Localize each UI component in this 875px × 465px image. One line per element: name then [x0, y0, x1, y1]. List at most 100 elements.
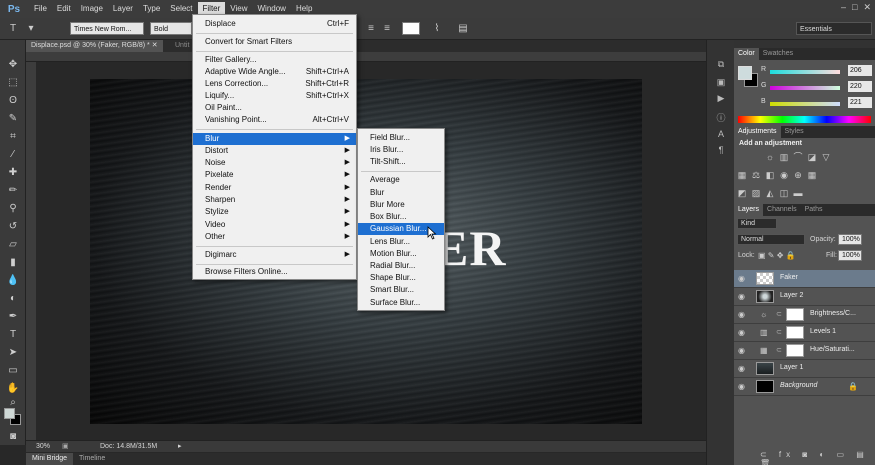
visibility-eye-icon[interactable]: ◉	[738, 328, 745, 337]
link-icon[interactable]: ⊂	[776, 310, 782, 318]
menu-item-average[interactable]: Average	[358, 174, 444, 186]
menu-item-displace[interactable]: Displace Ctrl+F	[193, 18, 356, 30]
close-button[interactable]: ✕	[863, 2, 871, 13]
tool-preset-dropdown-icon[interactable]: ▾	[24, 22, 38, 35]
menu-file[interactable]: File	[29, 2, 52, 16]
zoom-level[interactable]: 30%	[36, 441, 50, 453]
pen-tool-icon[interactable]: ✒	[5, 310, 21, 324]
green-value[interactable]: 220	[848, 81, 872, 92]
layer-row-layer1[interactable]: ◉ Layer 1	[734, 360, 875, 378]
menu-layer[interactable]: Layer	[108, 2, 138, 16]
eyedropper-tool-icon[interactable]: ⁄	[5, 148, 21, 162]
menu-item-pixelate[interactable]: Pixelate ▶	[193, 169, 356, 181]
character-panel-icon[interactable]: ▤	[456, 22, 470, 35]
channel-mixer-icon[interactable]: ⊕	[792, 170, 804, 180]
align-center-icon[interactable]: ≡	[364, 22, 378, 35]
color-ramp[interactable]	[738, 116, 871, 123]
menu-item-motion-blur[interactable]: Motion Blur...	[358, 248, 444, 260]
menu-item-distort[interactable]: Distort ▶	[193, 145, 356, 157]
font-style-select[interactable]: Bold	[150, 22, 192, 35]
menu-item-blur[interactable]: Blur ▶	[193, 133, 356, 145]
actions-icon[interactable]: ▶	[715, 92, 727, 104]
selective-color-icon[interactable]: ◫	[778, 188, 790, 198]
tab-timeline[interactable]: Timeline	[73, 453, 111, 465]
align-right-icon[interactable]: ≡	[380, 22, 394, 35]
menu-item-box-blur[interactable]: Box Blur...	[358, 211, 444, 223]
text-color-swatch[interactable]	[402, 22, 420, 35]
red-value[interactable]: 206	[848, 65, 872, 76]
visibility-eye-icon[interactable]: ◉	[738, 382, 745, 391]
menu-item-filter-gallery[interactable]: Filter Gallery...	[193, 54, 356, 66]
vibrance-icon[interactable]: ▽	[820, 152, 832, 162]
menu-item-digimarc[interactable]: Digimarc ▶	[193, 249, 356, 261]
menu-item-noise[interactable]: Noise ▶	[193, 157, 356, 169]
type-tool-icon[interactable]: T	[5, 328, 21, 342]
menu-item-convert-smart-filters[interactable]: Convert for Smart Filters	[193, 36, 356, 48]
visibility-eye-icon[interactable]: ◉	[738, 274, 745, 283]
tab-color[interactable]: Color	[734, 48, 759, 60]
layers-footer-icons[interactable]: ⊂ fx ◙ ◐ ▭ ▤ 🗑	[760, 450, 875, 465]
menu-item-smart-blur[interactable]: Smart Blur...	[358, 284, 444, 296]
properties-icon[interactable]: ▣	[715, 76, 727, 88]
menu-item-browse-filters-online[interactable]: Browse Filters Online...	[193, 266, 356, 278]
maximize-button[interactable]: □	[852, 2, 857, 13]
move-tool-icon[interactable]: ✥	[5, 58, 21, 72]
color-balance-icon[interactable]: ⚖	[750, 170, 762, 180]
tab-styles[interactable]: Styles	[781, 126, 808, 138]
layer-row-background[interactable]: ◉ Background 🔒	[734, 378, 875, 396]
visibility-eye-icon[interactable]: ◉	[738, 292, 745, 301]
history-icon[interactable]: ⧉	[715, 58, 727, 70]
status-menu-arrow-icon[interactable]: ▸	[178, 441, 182, 453]
layer-row-levels[interactable]: ◉ ▥ ⊂ Levels 1	[734, 324, 875, 342]
tab-channels[interactable]: Channels	[763, 204, 801, 216]
menu-item-shape-blur[interactable]: Shape Blur...	[358, 272, 444, 284]
character-icon[interactable]: A	[715, 128, 727, 140]
menu-item-liquify[interactable]: Liquify... Shift+Ctrl+X	[193, 90, 356, 102]
visibility-eye-icon[interactable]: ◉	[738, 364, 745, 373]
layer-row-brightness[interactable]: ◉ ☼ ⊂ Brightness/C...	[734, 306, 875, 324]
doc-tab-displace[interactable]: Displace.psd @ 30% (Faker, RGB/8) * ✕	[26, 40, 163, 52]
hue-saturation-icon[interactable]: ▦	[736, 170, 748, 180]
menu-item-surface-blur[interactable]: Surface Blur...	[358, 297, 444, 309]
link-icon[interactable]: ⊂	[776, 346, 782, 354]
history-brush-tool-icon[interactable]: ↺	[5, 220, 21, 234]
minimize-button[interactable]: –	[841, 2, 846, 13]
menu-item-radial-blur[interactable]: Radial Blur...	[358, 260, 444, 272]
invert-icon[interactable]: ◩	[736, 188, 748, 198]
gradient-map-icon[interactable]: ▬	[792, 188, 804, 198]
lasso-tool-icon[interactable]: ʘ	[5, 94, 21, 108]
blue-value[interactable]: 221	[848, 97, 872, 108]
layer-row-faker[interactable]: ◉ Faker	[734, 270, 875, 288]
font-family-select[interactable]: Times New Rom...	[70, 22, 144, 35]
exposure-icon[interactable]: ◪	[806, 152, 818, 162]
healing-brush-tool-icon[interactable]: ✚	[5, 166, 21, 180]
menu-item-render[interactable]: Render ▶	[193, 182, 356, 194]
curves-icon[interactable]: ⌒	[792, 152, 804, 162]
menu-edit[interactable]: Edit	[52, 2, 76, 16]
tab-layers[interactable]: Layers	[734, 204, 764, 216]
hand-tool-icon[interactable]: ✋	[5, 382, 21, 396]
brightness-contrast-icon[interactable]: ☼	[764, 152, 776, 162]
menu-item-blur-more[interactable]: Blur More	[358, 199, 444, 211]
quick-select-tool-icon[interactable]: ✎	[5, 112, 21, 126]
visibility-eye-icon[interactable]: ◉	[738, 310, 745, 319]
tab-adjustments[interactable]: Adjustments	[734, 126, 781, 138]
photo-filter-icon[interactable]: ◉	[778, 170, 790, 180]
gradient-tool-icon[interactable]: ▮	[5, 256, 21, 270]
threshold-icon[interactable]: ◭	[764, 188, 776, 198]
info-icon[interactable]: ⓘ	[715, 112, 727, 124]
menu-item-tilt-shift[interactable]: Tilt-Shift...	[358, 156, 444, 168]
black-white-icon[interactable]: ◧	[764, 170, 776, 180]
quick-mask-icon[interactable]: ◙	[5, 430, 21, 444]
color-fg-swatch[interactable]	[738, 66, 752, 80]
menu-item-stylize[interactable]: Stylize ▶	[193, 206, 356, 218]
menu-item-video[interactable]: Video ▶	[193, 219, 356, 231]
blur-tool-icon[interactable]: 💧	[5, 274, 21, 288]
layer-row-hue[interactable]: ◉ ▦ ⊂ Hue/Saturati...	[734, 342, 875, 360]
dodge-tool-icon[interactable]: ◐	[5, 292, 21, 306]
layer-filter-kind[interactable]: Kind	[737, 218, 777, 229]
path-selection-tool-icon[interactable]: ➤	[5, 346, 21, 360]
green-slider[interactable]	[770, 86, 840, 90]
warp-text-icon[interactable]: ⌇	[430, 22, 444, 35]
paragraph-icon[interactable]: ¶	[715, 144, 727, 156]
